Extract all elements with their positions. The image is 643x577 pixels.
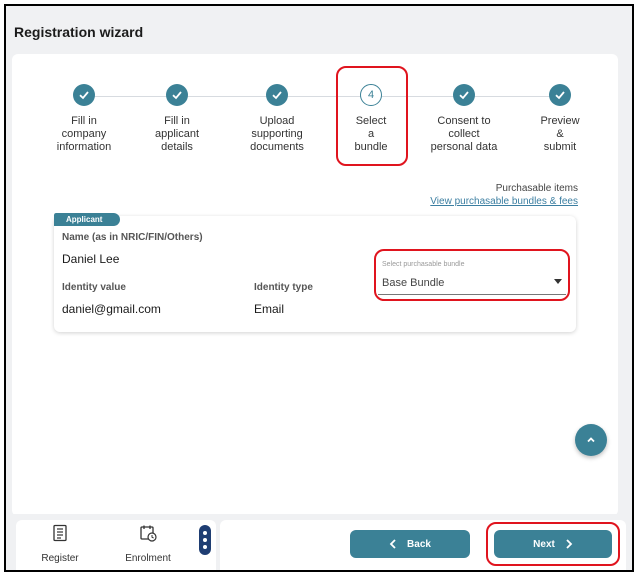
enrolment-icon [140,525,157,542]
more-dot-icon [203,530,207,535]
back-label: Back [407,538,431,550]
nav-register-label: Register [41,553,79,564]
wizard-actions: Back Next [220,520,626,570]
nav-enrolment-label: Enrolment [125,553,171,564]
identity-type: Email [254,302,285,316]
step-label: Upload supporting documents [250,115,304,153]
identity-value: daniel@gmail.com [62,302,161,316]
nav-register[interactable]: Register [30,524,90,564]
step-label: Consent to collect personal data [430,115,498,153]
step-label: Fill in applicant details [154,115,200,153]
step-preview-submit[interactable]: Preview & submit [514,84,606,154]
scroll-to-top-button[interactable] [575,424,607,456]
bottom-nav: Register Enrolment [16,520,216,570]
check-icon [266,84,288,106]
chevron-up-icon [587,437,595,443]
wizard-stepper: Fill in company information Fill in appl… [12,54,618,174]
more-menu-button[interactable] [199,525,211,555]
register-icon [53,524,67,542]
more-dot-icon [203,545,207,550]
check-icon [549,84,571,106]
view-bundles-link[interactable]: View purchasable bundles & fees [430,195,578,208]
back-button[interactable]: Back [350,530,470,558]
name-label: Name (as in NRIC/FIN/Others) [62,232,203,243]
chevron-left-icon [389,539,396,549]
check-icon [453,84,475,106]
applicant-tag: Applicant [54,213,121,226]
identity-value-label: Identity value [62,282,126,293]
wizard-card: Fill in company information Fill in appl… [12,54,618,516]
step-company-info[interactable]: Fill in company information [38,84,130,154]
bottom-bar: Register Enrolment Back Next [6,514,632,570]
app-window: Registration wizard Fill in company info… [4,4,634,572]
more-dot-icon [203,537,207,542]
step-consent[interactable]: Consent to collect personal data [418,84,510,154]
name-value: Daniel Lee [62,252,120,266]
step-label: Fill in company information [56,115,112,153]
header: Registration wizard [6,6,632,58]
nav-enrolment[interactable]: Enrolment [118,524,178,564]
step-applicant-details[interactable]: Fill in applicant details [131,84,223,154]
highlight-current-step [336,66,408,166]
highlight-next-button [486,522,620,566]
check-icon [166,84,188,106]
step-upload-documents[interactable]: Upload supporting documents [231,84,323,154]
step-label: Preview & submit [540,115,580,153]
check-icon [73,84,95,106]
purchasable-items: Purchasable items View purchasable bundl… [430,182,578,208]
page-title: Registration wizard [14,24,144,40]
identity-type-label: Identity type [254,282,313,293]
highlight-bundle-select [374,249,570,301]
purchasable-title: Purchasable items [495,183,578,194]
